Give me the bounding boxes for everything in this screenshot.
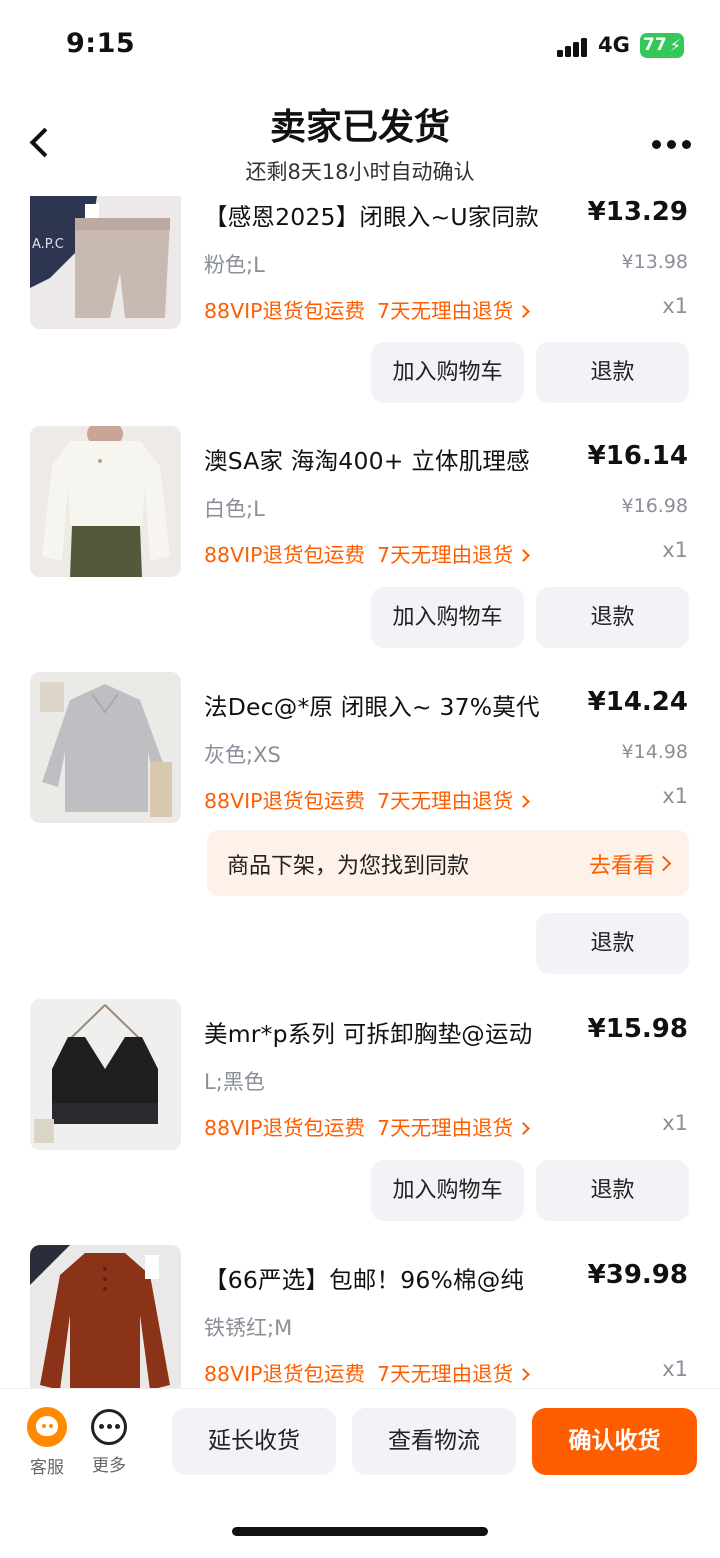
original-price: ¥16.98 [621,495,688,517]
status-time: 9:15 [66,28,136,59]
original-price: ¥13.98 [621,251,688,273]
battery-icon: 77 ⚡ [640,33,684,58]
product-price: ¥39.98 [587,1260,688,1290]
product-title[interactable]: 法Dec@*原 闭眼入~ 37%莫代 [204,688,540,722]
original-price: ¥14.98 [621,741,688,763]
vip-return-tag: 88VIP退货包运费 [204,543,366,567]
product-spec: 铁锈红;M [204,1316,293,1340]
product-price: ¥15.98 [587,1014,688,1044]
service-tags[interactable]: 88VIP退货包运费 7天无理由退货 [204,294,530,324]
extend-receipt-button[interactable]: 延长收货 [172,1408,336,1475]
confirm-receipt-button[interactable]: 确认收货 [532,1408,697,1475]
chevron-right-icon [517,1122,530,1135]
page-title: 卖家已发货 [269,107,450,148]
customer-service-label: 客服 [30,1458,64,1478]
product-spec: 粉色;L [204,253,265,277]
order-item: 法Dec@*原 闭眼入~ 37%莫代 ¥14.24 灰色;XS ¥14.98 8… [0,672,720,982]
vip-return-tag: 88VIP退货包运费 [204,1362,366,1386]
product-price: ¥13.29 [587,197,688,227]
more-circle-icon [91,1409,127,1445]
product-title[interactable]: 【66严选】包邮！96%棉@纯 [204,1261,524,1295]
customer-service-icon [27,1407,67,1447]
product-title[interactable]: 美mr*p系列 可拆卸胸垫@运动 [204,1015,532,1049]
refund-button[interactable]: 退款 [536,587,689,648]
quantity: x1 [662,538,688,562]
service-tags[interactable]: 88VIP退货包运费 7天无理由退货 [204,1111,530,1141]
charging-icon: ⚡ [669,36,681,55]
product-spec: 白色;L [204,497,265,521]
view-similar-link[interactable]: 去看看 [589,848,655,880]
vip-return-tag: 88VIP退货包运费 [204,1116,366,1140]
service-tags[interactable]: 88VIP退货包运费 7天无理由退货 [204,1357,530,1387]
chevron-right-icon [655,855,672,872]
chevron-right-icon [517,549,530,562]
service-tags[interactable]: 88VIP退货包运费 7天无理由退货 [204,784,530,814]
more-button[interactable]: 更多 [86,1407,132,1476]
product-image[interactable] [30,426,181,577]
seven-day-return-tag: 7天无理由退货 [377,1116,514,1140]
add-to-cart-button[interactable]: 加入购物车 [371,1160,524,1221]
refund-button[interactable]: 退款 [536,342,689,403]
product-image[interactable] [30,672,181,823]
network-type: 4G [598,33,630,57]
home-indicator[interactable] [232,1527,488,1536]
seven-day-return-tag: 7天无理由退货 [377,543,514,567]
order-item: A.P.C 【感恩2025】闭眼入~U家同款 ¥13.29 粉色;L ¥13.9… [0,196,720,406]
battery-level: 77 [643,35,667,55]
product-spec: L;黑色 [204,1070,265,1094]
off-shelf-notice[interactable]: 商品下架，为您找到同款 去看看 [207,830,689,896]
quantity: x1 [662,1357,688,1381]
product-image[interactable] [30,1245,181,1388]
auto-confirm-countdown: 还剩8天18小时自动确认 [245,160,475,184]
product-title[interactable]: 【感恩2025】闭眼入~U家同款 [204,198,539,232]
quantity: x1 [662,294,688,318]
svg-text:A.P.C: A.P.C [32,237,64,252]
add-to-cart-button[interactable]: 加入购物车 [371,587,524,648]
add-to-cart-button[interactable]: 加入购物车 [371,342,524,403]
off-shelf-message: 商品下架，为您找到同款 [227,854,470,879]
product-image[interactable]: A.P.C [30,196,181,329]
more-options-icon[interactable] [650,138,694,152]
quantity: x1 [662,1111,688,1135]
signal-icon [557,37,589,57]
order-item-list[interactable]: A.P.C 【感恩2025】闭眼入~U家同款 ¥13.29 粉色;L ¥13.9… [0,196,720,1388]
product-spec: 灰色;XS [204,743,281,767]
more-label: 更多 [92,1456,126,1476]
vip-return-tag: 88VIP退货包运费 [204,789,366,813]
seven-day-return-tag: 7天无理由退货 [377,299,514,323]
chevron-right-icon [517,795,530,808]
vip-return-tag: 88VIP退货包运费 [204,299,366,323]
page-header: 卖家已发货 还剩8天18小时自动确认 [0,90,720,196]
seven-day-return-tag: 7天无理由退货 [377,1362,514,1386]
customer-service-button[interactable]: 客服 [24,1407,70,1478]
product-price: ¥16.14 [587,441,688,471]
seven-day-return-tag: 7天无理由退货 [377,789,514,813]
status-bar: 9:15 4G 77 ⚡ [0,0,720,90]
order-item: 美mr*p系列 可拆卸胸垫@运动 ¥15.98 L;黑色 88VIP退货包运费 7… [0,999,720,1239]
product-image[interactable] [30,999,181,1150]
service-tags[interactable]: 88VIP退货包运费 7天无理由退货 [204,538,530,568]
product-title[interactable]: 澳SA家 海淘400+ 立体肌理感 [204,442,530,476]
order-item: 澳SA家 海淘400+ 立体肌理感 ¥16.14 白色;L ¥16.98 88V… [0,426,720,666]
order-item: 【66严选】包邮！96%棉@纯 ¥39.98 铁锈红;M 88VIP退货包运费 7… [0,1245,720,1388]
refund-button[interactable]: 退款 [536,1160,689,1221]
view-logistics-button[interactable]: 查看物流 [352,1408,516,1475]
quantity: x1 [662,784,688,808]
chevron-right-icon [517,305,530,318]
refund-button[interactable]: 退款 [536,913,689,974]
chevron-right-icon [517,1368,530,1381]
product-price: ¥14.24 [587,687,688,717]
